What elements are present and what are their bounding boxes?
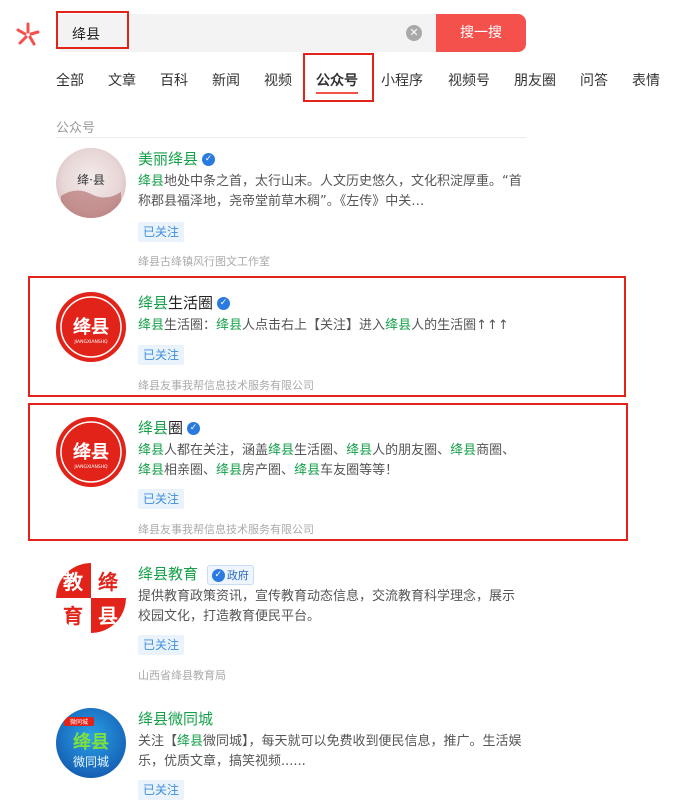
avatar-label: 绛·县 (77, 173, 105, 187)
avatar[interactable]: 微同城 绛县 微同城 (56, 708, 126, 778)
tab-qa[interactable]: 问答 (580, 70, 608, 90)
divider (56, 137, 526, 138)
highlight-box-search (56, 11, 129, 49)
result-title-text: 美丽绛县 (138, 150, 199, 168)
result-title[interactable]: 绛县微同城 (138, 708, 213, 729)
avatar[interactable]: 教 绛 育 县 (56, 563, 126, 633)
avatar-label: 绛县 (73, 731, 109, 753)
result-description: 绛县地处中条之首，太行山末。人文历史悠久，文化积淀厚重。“首称郡县福泽地，尧帝堂… (138, 174, 522, 209)
highlight-box-result (28, 403, 628, 541)
follow-status[interactable]: 已关注 (138, 635, 185, 655)
result-source: 山西省绛县教育局 (138, 669, 226, 682)
query-highlight: 绛县 (138, 710, 169, 728)
result-card[interactable]: 绛·县 美丽绛县 ✓ 绛县地处中条之首，太行山末。人文历史悠久，文化积淀厚重。“首… (56, 148, 526, 268)
avatar[interactable]: 绛·县 (56, 148, 126, 218)
avatar-char: 绛 (98, 570, 119, 594)
tab-news[interactable]: 新闻 (212, 70, 240, 90)
avatar-char: 县 (98, 604, 118, 628)
tab-articles[interactable]: 文章 (108, 70, 136, 90)
query-highlight: 绛县 (168, 150, 199, 168)
tab-encyclopedia[interactable]: 百科 (160, 70, 188, 90)
tab-stickers[interactable]: 表情 (632, 70, 660, 90)
badge-label: 政府 (226, 568, 249, 582)
query-highlight: 绛县 (138, 174, 165, 189)
government-badge: ✓ 政府 (206, 564, 254, 585)
result-title-text: 绛县微同城 (138, 710, 214, 728)
app-logo-icon[interactable] (14, 20, 42, 48)
query-highlight: 绛县 (138, 565, 169, 583)
tab-videos[interactable]: 视频 (264, 70, 292, 90)
result-card[interactable]: 微同城 绛县 微同城 绛县微同城 关注【绛县微同城】，每天就可以免费收到便民信息… (56, 708, 526, 808)
clear-icon[interactable]: ✕ (406, 25, 422, 41)
result-description: 关注【绛县微同城】，每天就可以免费收到便民信息，推广。生活娱乐，优质文章，搞笑视… (138, 734, 522, 769)
follow-status[interactable]: 已关注 (138, 780, 185, 800)
result-title[interactable]: 绛县教育 ✓ 政府 (138, 563, 254, 585)
avatar-sublabel: 微同城 (73, 755, 109, 769)
verified-icon: ✓ (202, 153, 216, 166)
tab-mini-programs[interactable]: 小程序 (381, 70, 423, 90)
result-card[interactable]: 教 绛 育 县 绛县教育 ✓ 政府 提供教育政策资讯，宣传教育动态信息，交流教育科… (56, 563, 526, 683)
query-highlight: 绛县 (177, 734, 204, 749)
avatar-tag: 微同城 (70, 718, 88, 726)
highlight-box-tab (303, 53, 374, 102)
follow-status[interactable]: 已关注 (138, 222, 185, 242)
result-title-text: 绛县教育 (138, 565, 199, 583)
tab-moments[interactable]: 朋友圈 (514, 70, 556, 90)
result-source: 绛县古绛镇风行图文工作室 (138, 255, 270, 268)
verified-icon: ✓ (211, 569, 225, 582)
result-title[interactable]: 美丽绛县 ✓ (138, 148, 216, 169)
avatar-char: 教 (63, 570, 84, 594)
search-button[interactable]: 搜一搜 (436, 14, 526, 52)
section-label: 公众号 (56, 121, 96, 136)
avatar-char: 育 (63, 604, 83, 628)
highlight-box-result (28, 276, 626, 397)
tab-channels[interactable]: 视频号 (448, 70, 490, 90)
tab-all[interactable]: 全部 (56, 70, 84, 90)
result-description: 提供教育政策资讯，宣传教育动态信息，交流教育科学理念，展示校园文化，打造教育便民… (138, 589, 516, 624)
